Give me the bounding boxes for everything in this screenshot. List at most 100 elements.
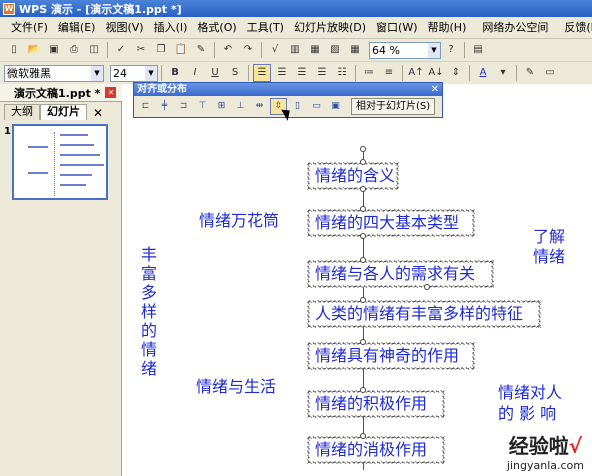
align-left-icon[interactable]: ⊏ — [137, 98, 154, 115]
menu-edit[interactable]: 编辑(E) — [53, 19, 101, 37]
format-painter-icon[interactable]: ✎ — [192, 41, 210, 59]
justify-icon[interactable]: ☰ — [313, 64, 331, 82]
italic-button[interactable]: I — [186, 64, 204, 82]
redo-icon[interactable]: ↷ — [239, 41, 257, 59]
align-bottom-icon[interactable]: ⊥ — [232, 98, 249, 115]
vertical-title[interactable]: 丰富多样的情绪 — [140, 245, 158, 378]
print-icon[interactable]: ⎙ — [65, 41, 83, 59]
new-icon[interactable]: ▯ — [5, 41, 23, 59]
box-tezheng[interactable]: 人类的情绪有丰富多样的特征 — [307, 300, 541, 328]
slide-thumbnail[interactable] — [12, 124, 108, 200]
title-bar: W WPS 演示 - [演示文稿1.ppt *] — [0, 0, 592, 17]
label-yingxiang[interactable]: 情绪对人 的 影 响 — [498, 382, 562, 424]
menu-help[interactable]: 帮助(H) — [423, 19, 472, 37]
menu-bar: 文件(F) 编辑(E) 视图(V) 插入(I) 格式(O) 工具(T) 幻灯片放… — [0, 17, 592, 39]
bold-button[interactable]: B — [166, 64, 184, 82]
selection-handle[interactable] — [360, 159, 366, 165]
panel-title-bar[interactable]: 对齐或分布 ✕ — [134, 83, 442, 96]
undo-icon[interactable]: ↶ — [219, 41, 237, 59]
chevron-down-icon[interactable]: ▾ — [494, 64, 512, 82]
menu-tools[interactable]: 工具(T) — [242, 19, 289, 37]
align-middle-icon[interactable]: ⊞ — [213, 98, 230, 115]
cut-icon[interactable]: ✂ — [132, 41, 150, 59]
open-icon[interactable]: 📂 — [25, 41, 43, 59]
tab-outline[interactable]: 大纲 — [4, 104, 40, 120]
font-size-select[interactable]: 24 ▼ — [110, 64, 158, 82]
menu-window[interactable]: 窗口(W) — [371, 19, 422, 37]
menu-feedback[interactable]: 反馈(B) — [559, 19, 592, 37]
font-color-icon[interactable]: A — [474, 64, 492, 82]
box-sida-leixing[interactable]: 情绪的四大基本类型 — [307, 209, 475, 237]
panel-icon[interactable]: ▤ — [469, 41, 487, 59]
box-xuqiu[interactable]: 情绪与各人的需求有关 — [307, 260, 494, 288]
label-liaojie[interactable]: 了解 情绪 — [533, 227, 565, 267]
align-top-icon[interactable]: ⊤ — [194, 98, 211, 115]
same-size-icon[interactable]: ▣ — [327, 98, 344, 115]
table-icon[interactable]: ▦ — [306, 41, 324, 59]
picture-icon[interactable]: ▨ — [326, 41, 344, 59]
numbering-icon[interactable]: ≔ — [360, 64, 378, 82]
design-icon[interactable]: ✎ — [521, 64, 539, 82]
preview-icon[interactable]: ◫ — [85, 41, 103, 59]
align-left-icon[interactable]: ☰ — [253, 64, 271, 82]
watermark-url: jingyanla.com — [506, 459, 584, 472]
selection-handle[interactable] — [360, 233, 366, 239]
align-center-icon[interactable]: ╪ — [156, 98, 173, 115]
help-icon[interactable]: ? — [442, 41, 460, 59]
wps-logo-icon: W — [3, 2, 15, 15]
layout-icon[interactable]: ▭ — [541, 64, 559, 82]
menu-insert[interactable]: 插入(I) — [149, 19, 193, 37]
paste-icon[interactable]: 📋 — [172, 41, 190, 59]
selection-handle[interactable] — [360, 257, 366, 263]
menu-online-space[interactable]: 网络办公空间 — [477, 19, 553, 37]
shrink-font-icon[interactable]: A↓ — [427, 64, 445, 82]
same-width-icon[interactable]: ▭ — [308, 98, 325, 115]
same-height-icon[interactable]: ▯ — [289, 98, 306, 115]
box-jiji-zuoyong[interactable]: 情绪的积极作用 — [307, 390, 445, 418]
menu-view[interactable]: 视图(V) — [100, 19, 148, 37]
label-wanhuatong[interactable]: 情绪万花筒 — [199, 207, 279, 231]
save-icon[interactable]: ▣ — [45, 41, 63, 59]
selection-handle[interactable] — [360, 339, 366, 345]
label-shenghuo[interactable]: 情绪与生活 — [196, 373, 276, 397]
selection-handle[interactable] — [360, 433, 366, 439]
watermark-text: 经验啦 — [508, 434, 569, 458]
box-xiaoji-zuoyong[interactable]: 情绪的消极作用 — [307, 436, 445, 464]
rotate-handle[interactable] — [360, 146, 366, 152]
align-right-icon[interactable]: ☰ — [293, 64, 311, 82]
relative-to-slide-button[interactable]: 相对于幻灯片(S) — [351, 98, 436, 115]
align-center-icon[interactable]: ☰ — [273, 64, 291, 82]
pane-tabs: 大纲 幻灯片 ✕ — [0, 104, 122, 120]
zoom-select[interactable]: 64 % ▼ — [369, 41, 441, 59]
chart-icon[interactable]: ▥ — [286, 41, 304, 59]
formula-icon[interactable]: √ — [266, 41, 284, 59]
menu-format[interactable]: 格式(O) — [192, 19, 241, 37]
spellcheck-icon[interactable]: ✓ — [112, 41, 130, 59]
close-icon[interactable]: ✕ — [93, 106, 103, 120]
box-shenqi-zuoyong[interactable]: 情绪具有神奇的作用 — [307, 342, 475, 370]
box-hanyi[interactable]: 情绪的含义 — [307, 162, 399, 190]
slide-number: 1 — [4, 126, 11, 137]
distribute-icon[interactable]: ☷ — [333, 64, 351, 82]
tab-slides[interactable]: 幻灯片 — [40, 104, 87, 120]
selection-handle[interactable] — [360, 186, 366, 192]
copy-icon[interactable]: ❐ — [152, 41, 170, 59]
selection-handle[interactable] — [360, 387, 366, 393]
align-right-icon[interactable]: ⊐ — [175, 98, 192, 115]
underline-button[interactable]: U — [206, 64, 224, 82]
shadow-button[interactable]: S — [226, 64, 244, 82]
font-select[interactable]: 微软雅黑 ▼ — [4, 64, 104, 82]
document-tab[interactable]: 演示文稿1.ppt * ✕ — [0, 84, 122, 102]
selection-handle[interactable] — [424, 284, 430, 290]
distribute-horizontal-icon[interactable]: ⇹ — [251, 98, 268, 115]
grid-icon[interactable]: ▦ — [346, 41, 364, 59]
close-icon[interactable]: ✕ — [105, 87, 117, 98]
selection-handle[interactable] — [360, 297, 366, 303]
menu-file[interactable]: 文件(F) — [6, 19, 53, 37]
grow-font-icon[interactable]: A↑ — [407, 64, 425, 82]
menu-slideshow[interactable]: 幻灯片放映(D) — [289, 19, 371, 37]
close-icon[interactable]: ✕ — [431, 83, 439, 96]
selection-handle[interactable] — [360, 206, 366, 212]
bullets-icon[interactable]: ≡ — [380, 64, 398, 82]
line-spacing-icon[interactable]: ⇕ — [447, 64, 465, 82]
